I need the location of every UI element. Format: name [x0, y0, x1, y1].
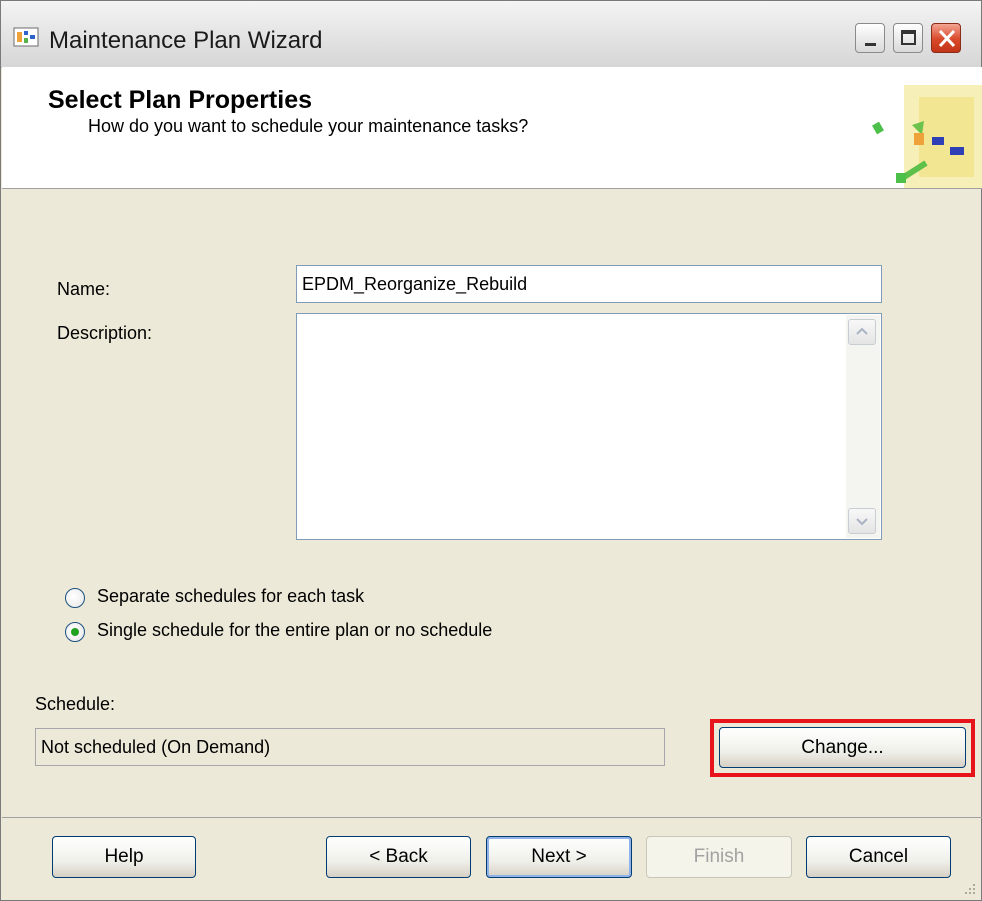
resize-grip-icon[interactable]	[963, 882, 977, 896]
finish-button: Finish	[646, 836, 792, 878]
change-schedule-button[interactable]: Change...	[719, 727, 966, 768]
help-button[interactable]: Help	[52, 836, 196, 878]
chevron-up-icon	[856, 327, 868, 335]
close-button[interactable]	[931, 23, 961, 53]
separate-schedules-label[interactable]: Separate schedules for each task	[97, 586, 364, 607]
name-input[interactable]	[296, 265, 882, 303]
description-label: Description:	[57, 323, 153, 343]
description-scrollbar[interactable]	[846, 315, 880, 538]
title-bar[interactable]: Maintenance Plan Wizard	[1, 1, 981, 68]
cancel-button[interactable]: Cancel	[806, 836, 951, 878]
schedule-label: Schedule:	[35, 694, 116, 714]
schedule-value: Not scheduled (On Demand)	[35, 728, 665, 766]
wizard-app-icon	[13, 27, 39, 47]
name-label: Name:	[57, 279, 111, 299]
separate-schedules-radio[interactable]	[65, 588, 85, 608]
single-schedule-radio[interactable]	[65, 622, 85, 642]
scroll-down-button[interactable]	[848, 508, 876, 534]
minimize-icon	[865, 43, 876, 46]
wizard-banner-graphic	[872, 85, 982, 188]
page-title: Select Plan Properties	[48, 86, 313, 114]
close-icon	[938, 29, 956, 48]
scroll-up-button[interactable]	[848, 319, 876, 345]
footer-divider	[2, 817, 982, 818]
minimize-button[interactable]	[855, 23, 885, 53]
maximize-button[interactable]	[893, 23, 923, 53]
description-textarea[interactable]	[296, 313, 882, 540]
single-schedule-label[interactable]: Single schedule for the entire plan or n…	[97, 620, 492, 641]
wizard-header: Select Plan Properties How do you want t…	[2, 67, 982, 189]
maximize-icon	[901, 30, 916, 45]
next-button[interactable]: Next >	[486, 836, 632, 878]
chevron-down-icon	[856, 518, 868, 526]
back-button[interactable]: < Back	[326, 836, 471, 878]
page-subtitle: How do you want to schedule your mainten…	[88, 116, 529, 136]
wizard-window: Maintenance Plan Wizard Select Plan Prop…	[0, 0, 982, 901]
radio-selected-dot	[71, 628, 79, 636]
window-title: Maintenance Plan Wizard	[49, 27, 323, 54]
